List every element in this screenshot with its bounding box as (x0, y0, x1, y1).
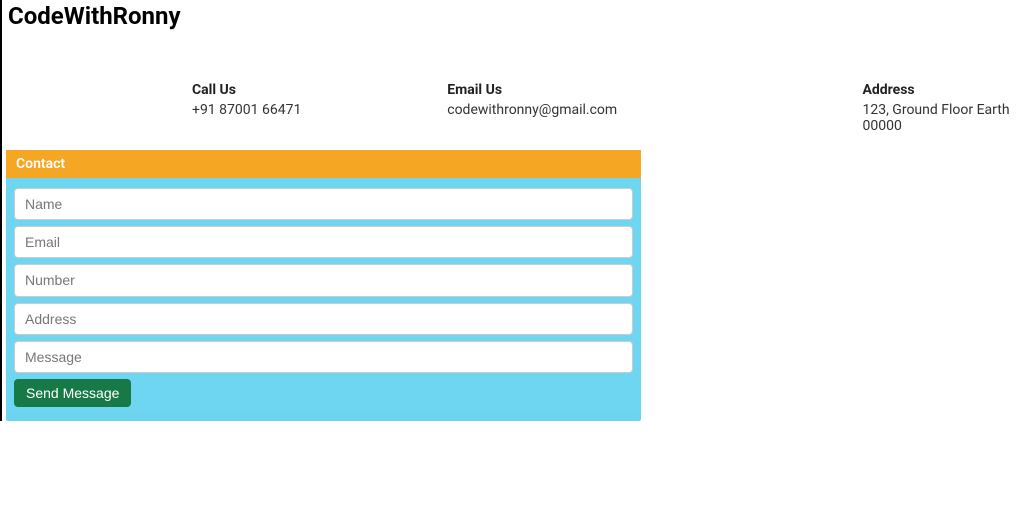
email-input[interactable] (14, 226, 633, 258)
email-value: codewithronny@gmail.com (447, 102, 702, 118)
name-input[interactable] (14, 188, 633, 220)
email-title: Email Us (447, 82, 702, 98)
send-message-button[interactable]: Send Message (14, 379, 131, 407)
call-title: Call Us (192, 82, 447, 98)
number-input[interactable] (14, 264, 633, 296)
contact-card: Contact Send Message (6, 150, 641, 421)
info-block-call: Call Us +91 87001 66471 (192, 82, 447, 134)
contact-form: Send Message (6, 178, 641, 411)
brand-title: CodeWithRonny (2, 0, 1024, 42)
address-input[interactable] (14, 303, 633, 335)
info-block-address: Address 123, Ground Floor Earth 00000 (862, 82, 1024, 134)
address-value: 123, Ground Floor Earth 00000 (862, 102, 1024, 134)
message-input[interactable] (14, 341, 633, 373)
info-block-email: Email Us codewithronny@gmail.com (447, 82, 702, 134)
call-value: +91 87001 66471 (192, 102, 447, 118)
card-header: Contact (6, 150, 641, 178)
address-title: Address (862, 82, 1024, 98)
info-row: Call Us +91 87001 66471 Email Us codewit… (2, 42, 1024, 144)
